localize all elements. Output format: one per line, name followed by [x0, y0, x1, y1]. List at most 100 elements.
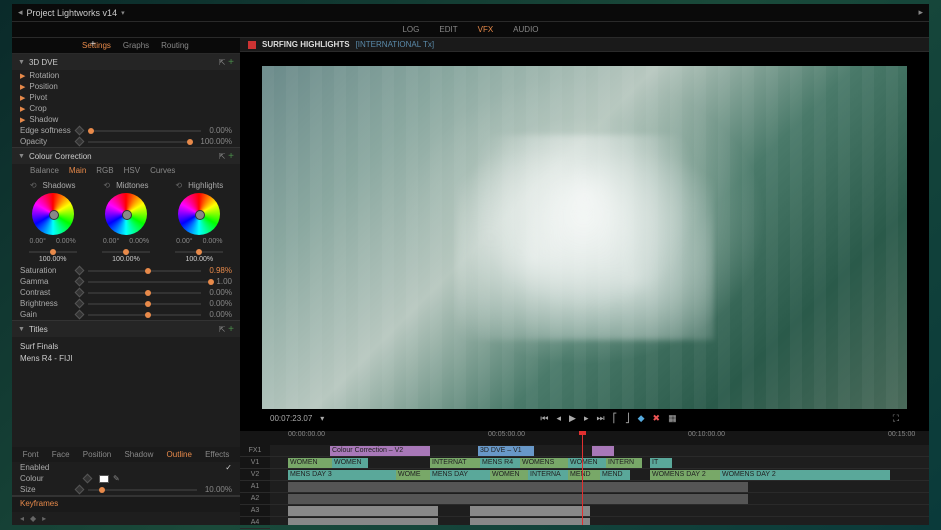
clip[interactable]: INTERN	[606, 458, 642, 468]
gain-slider[interactable]	[88, 314, 201, 316]
clip[interactable]: WOMEN	[332, 458, 368, 468]
tab-audio[interactable]: AUDIO	[513, 25, 538, 34]
link-icon[interactable]: ⇱	[216, 152, 228, 161]
cc-add-icon[interactable]: +	[228, 151, 234, 162]
clip[interactable]	[470, 506, 590, 516]
tab-edit[interactable]: EDIT	[439, 25, 457, 34]
mark-out-icon[interactable]: ⎦	[625, 413, 630, 424]
step-fwd-icon[interactable]: ▸	[584, 413, 589, 424]
clip[interactable]	[288, 482, 748, 492]
clip[interactable]: MENS DAY 3	[288, 470, 396, 480]
timecode-menu-icon[interactable]: ▾	[320, 414, 324, 423]
track-label[interactable]: A3	[240, 505, 270, 517]
dve-pivot[interactable]: Pivot	[29, 93, 89, 102]
track-row[interactable]	[270, 505, 929, 517]
clip[interactable]	[592, 446, 614, 456]
titles-add-icon[interactable]: +	[228, 324, 234, 335]
opacity-slider[interactable]	[88, 141, 192, 143]
dve-shadow[interactable]: Shadow	[29, 115, 89, 124]
track-label[interactable]: FX1	[240, 445, 270, 457]
settings-icon[interactable]: ▦	[668, 413, 677, 424]
clip[interactable]	[288, 494, 748, 504]
keyframe-icon[interactable]	[83, 474, 93, 484]
clip[interactable]: WOMENS	[520, 458, 568, 468]
playhead[interactable]	[582, 431, 583, 525]
sidetab-settings[interactable]: Settings	[82, 41, 111, 50]
reset-icon[interactable]: ⟲	[175, 181, 182, 190]
colour-wheel[interactable]	[178, 193, 220, 235]
track-row[interactable]	[270, 481, 929, 493]
kf-prev-icon[interactable]: ◂	[20, 514, 24, 523]
add-effect-icon[interactable]: +	[90, 39, 96, 50]
kf-marker-icon[interactable]: ◆	[30, 514, 36, 523]
track-label[interactable]: A2	[240, 493, 270, 505]
sidetab-graphs[interactable]: Graphs	[123, 41, 149, 50]
cc-tab-curves[interactable]: Curves	[150, 166, 175, 175]
tab-log[interactable]: LOG	[402, 25, 419, 34]
gamma-slider[interactable]	[88, 281, 208, 283]
track-label[interactable]: A1	[240, 481, 270, 493]
ttab-font[interactable]: Font	[23, 450, 39, 459]
kf-next-icon[interactable]: ▸	[42, 514, 46, 523]
ttab-effects[interactable]: Effects	[205, 450, 229, 459]
reset-icon[interactable]: ⟲	[30, 181, 37, 190]
clip[interactable]	[288, 518, 438, 525]
link-icon[interactable]: ⇱	[216, 58, 228, 67]
clip[interactable]: WOMEN	[490, 470, 528, 480]
project-menu-icon[interactable]: ▾	[121, 9, 125, 17]
marker-icon[interactable]: ◆	[638, 413, 645, 424]
cc-tab-rgb[interactable]: RGB	[96, 166, 113, 175]
colour-wheel[interactable]	[105, 193, 147, 235]
clip[interactable]: WOMEN	[568, 458, 606, 468]
contrast-slider[interactable]	[88, 292, 201, 294]
clip[interactable]	[470, 518, 590, 525]
clip[interactable]: MENS DAY	[430, 470, 490, 480]
dve-add-icon[interactable]: +	[228, 57, 234, 68]
colour-swatch[interactable]	[99, 475, 109, 483]
goto-end-icon[interactable]: ⏭	[596, 413, 604, 424]
level-slider[interactable]	[102, 251, 150, 253]
cc-tab-main[interactable]: Main	[69, 166, 86, 175]
mark-in-icon[interactable]: ⎡	[613, 413, 618, 424]
track-row[interactable]: MENS DAY 3WOMEMENS DAYWOMENINTERNAMENDME…	[270, 469, 929, 481]
dve-rotation[interactable]: Rotation	[29, 71, 89, 80]
saturation-slider[interactable]	[88, 270, 201, 272]
cc-tab-hsv[interactable]: HSV	[124, 166, 140, 175]
clip[interactable]: INTERNA	[528, 470, 568, 480]
clip[interactable]: IT	[650, 458, 672, 468]
track-label[interactable]: V1	[240, 457, 270, 469]
track-row[interactable]	[270, 517, 929, 525]
fullscreen-icon[interactable]: ⛶	[893, 413, 899, 424]
time-ruler[interactable]: 00:00:00.00 00:05:00.00 00:10:00.00 00:1…	[270, 431, 929, 445]
video-preview[interactable]	[262, 66, 907, 409]
tab-vfx[interactable]: VFX	[478, 25, 494, 34]
step-back-icon[interactable]: ◂	[557, 413, 562, 424]
sidetab-routing[interactable]: Routing	[161, 41, 189, 50]
clip[interactable]: WOMEN	[288, 458, 332, 468]
play-icon[interactable]: ▶	[569, 413, 576, 424]
track-row[interactable]: WOMENWOMENINTERNATMENS R4WOMENSWOMENINTE…	[270, 457, 929, 469]
eyedropper-icon[interactable]: ✎	[113, 474, 120, 483]
edge-softness-slider[interactable]	[88, 130, 201, 132]
clip[interactable]: 3D DVE – V1	[478, 446, 534, 456]
cc-tab-balance[interactable]: Balance	[30, 166, 59, 175]
forward-icon[interactable]: ▸	[918, 7, 923, 18]
delete-icon[interactable]: ✖	[653, 413, 661, 424]
clip[interactable]: INTERNAT	[430, 458, 480, 468]
clip[interactable]: WOMENS DAY 2	[650, 470, 720, 480]
track-label[interactable]: A4	[240, 517, 270, 529]
clip[interactable]: MEND	[568, 470, 600, 480]
enabled-check-icon[interactable]: ✓	[225, 463, 232, 472]
size-slider[interactable]	[88, 489, 197, 491]
link-icon[interactable]: ⇱	[216, 325, 228, 334]
ttab-shadow[interactable]: Shadow	[124, 450, 153, 459]
track-row[interactable]	[270, 493, 929, 505]
ttab-face[interactable]: Face	[52, 450, 70, 459]
dve-crop[interactable]: Crop	[29, 104, 89, 113]
clip[interactable]: WOME	[396, 470, 430, 480]
titles-text-area[interactable]: Surf Finals Mens R4 - FIJI	[12, 337, 240, 387]
track-row[interactable]: Colour Correction – V23D DVE – V1	[270, 445, 929, 457]
clip[interactable]	[288, 506, 438, 516]
level-slider[interactable]	[175, 251, 223, 253]
clip[interactable]: MEND	[600, 470, 630, 480]
